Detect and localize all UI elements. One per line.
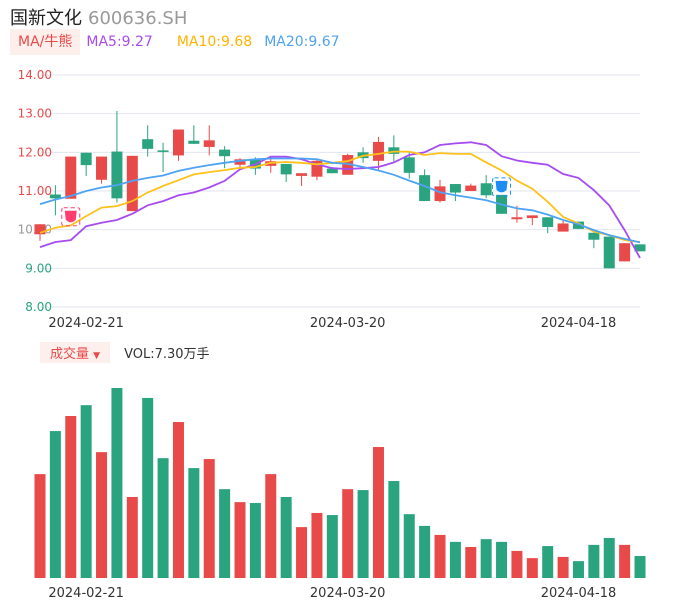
candle-body — [372, 141, 384, 161]
volume-bar — [34, 474, 46, 578]
candle-body — [465, 185, 477, 191]
volume-bar — [96, 452, 108, 578]
volume-bar — [342, 489, 354, 578]
volume-bar — [49, 431, 61, 578]
y-tick-label: 9.00 — [25, 261, 52, 275]
candle-body — [296, 173, 308, 176]
candle-body — [96, 156, 108, 180]
y-tick-label: 12.00 — [18, 145, 52, 159]
volume-bar — [326, 515, 338, 578]
volume-bar — [480, 539, 492, 578]
volume-bar — [496, 541, 508, 578]
y-tick-label: 14.00 — [18, 68, 52, 82]
volume-bar — [172, 422, 184, 578]
volume-bar — [434, 534, 446, 578]
candle-body — [172, 129, 184, 156]
volume-bar — [265, 474, 277, 578]
x-tick-label: 2024-03-20 — [310, 316, 386, 331]
x-tick-label: 2024-04-18 — [541, 316, 617, 331]
candle-body — [542, 217, 554, 227]
candle-body — [65, 156, 77, 199]
y-tick-label: 11.00 — [18, 184, 52, 198]
bull-badge-icon — [64, 210, 77, 223]
x-tick-label: 2024-02-21 — [48, 586, 124, 601]
candle-body — [80, 152, 92, 166]
candle-body — [511, 217, 523, 220]
volume-bar — [111, 388, 123, 578]
stock-chart: 14.0013.0012.0011.0010.009.008.002024-02… — [18, 68, 646, 601]
volume-bar — [249, 503, 261, 578]
volume-bar — [557, 556, 569, 578]
candle-body — [557, 223, 569, 232]
volume-bar — [311, 512, 323, 578]
volume-bar — [80, 405, 92, 578]
candle-body — [219, 149, 231, 157]
candle-body — [403, 157, 415, 173]
volume-bar — [65, 416, 77, 578]
volume-bar — [572, 561, 584, 578]
volume-bar — [280, 497, 292, 578]
candle-body — [526, 215, 538, 219]
volume-bar — [142, 397, 154, 578]
candle-body — [188, 140, 200, 144]
volume-bar — [403, 514, 415, 578]
candle-body — [157, 150, 169, 152]
candle-body — [619, 243, 631, 262]
candle-body — [111, 151, 123, 199]
volume-bar — [526, 558, 538, 578]
volume-bar — [203, 459, 215, 578]
volume-bar — [296, 527, 308, 578]
candle-body — [203, 140, 215, 147]
volume-bar — [357, 490, 369, 578]
candle-body — [603, 236, 615, 269]
volume-bar — [126, 497, 138, 578]
volume-bar — [465, 546, 477, 578]
y-tick-label: 13.00 — [18, 107, 52, 121]
volume-bar — [449, 541, 461, 578]
candle-body — [588, 232, 600, 240]
volume-bar — [388, 481, 400, 578]
volume-bar — [511, 550, 523, 578]
volume-bar — [372, 447, 384, 578]
volume-bar — [619, 544, 631, 578]
candle-body — [142, 139, 154, 149]
x-tick-label: 2024-03-20 — [310, 586, 386, 601]
volume-bar — [634, 556, 646, 578]
volume-bar — [419, 525, 431, 578]
candle-body — [449, 184, 461, 193]
x-tick-label: 2024-02-21 — [48, 316, 124, 331]
volume-bar — [188, 468, 200, 578]
candle-body — [280, 163, 292, 175]
volume-bar — [588, 544, 600, 578]
volume-bar — [219, 489, 231, 578]
volume-bar — [157, 458, 169, 578]
volume-bar — [234, 502, 246, 578]
candle-body — [480, 183, 492, 196]
y-tick-label: 8.00 — [25, 300, 52, 314]
volume-bar — [603, 537, 615, 578]
x-tick-label: 2024-04-18 — [541, 586, 617, 601]
volume-bar — [542, 546, 554, 578]
